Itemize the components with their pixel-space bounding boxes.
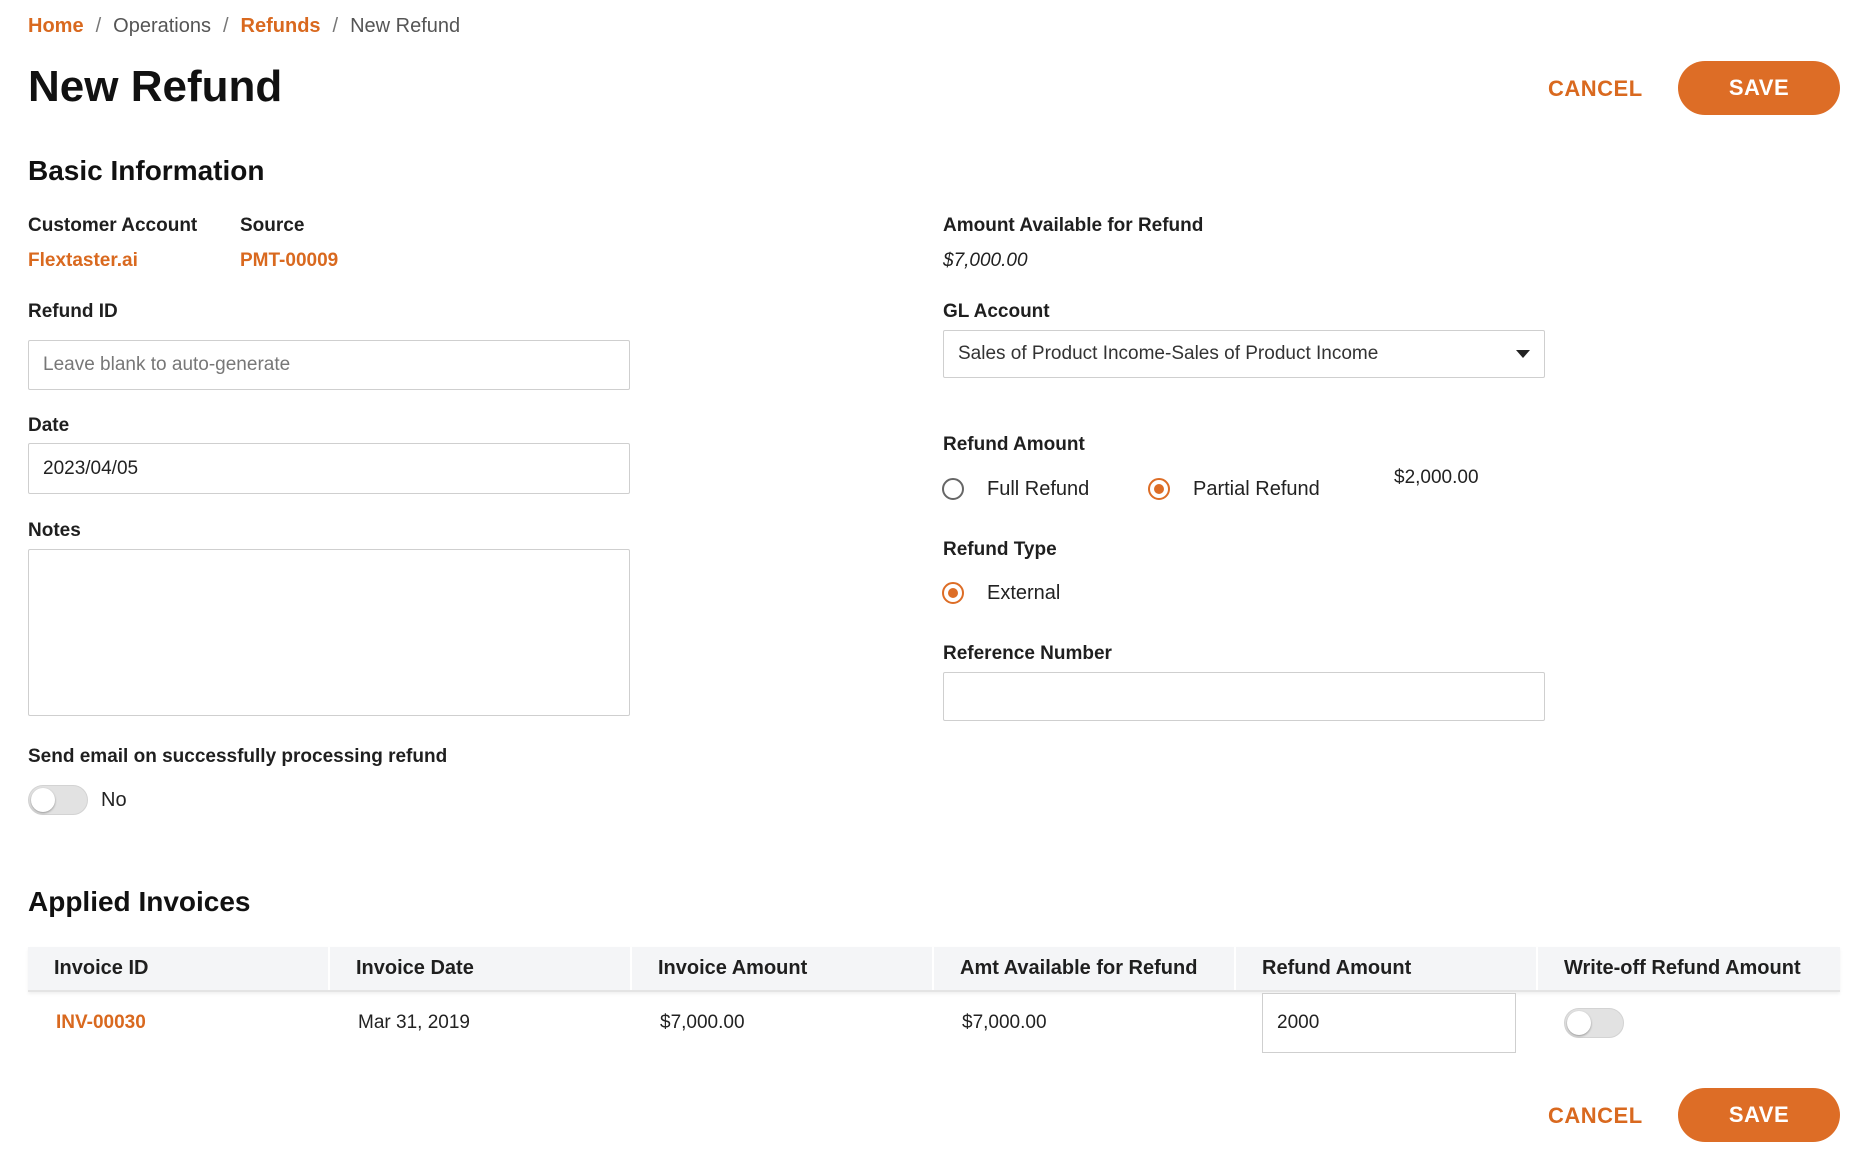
table-row: INV-00030 Mar 31, 2019 $7,000.00 $7,000.… xyxy=(28,992,1840,1054)
page-title: New Refund xyxy=(28,62,283,111)
date-value: 2023/04/05 xyxy=(43,457,139,479)
external-radio[interactable] xyxy=(942,582,964,604)
customer-account-label: Customer Account xyxy=(28,215,198,236)
invoice-id-link[interactable]: INV-00030 xyxy=(28,992,330,1054)
invoice-amount-cell: $7,000.00 xyxy=(660,1012,745,1033)
table-header: Invoice ID Invoice Date Invoice Amount A… xyxy=(28,947,1840,992)
gl-account-label: GL Account xyxy=(943,301,1050,322)
applied-invoices-table: Invoice ID Invoice Date Invoice Amount A… xyxy=(28,947,1840,1054)
customer-account-link[interactable]: Flextaster.ai xyxy=(28,250,138,272)
breadcrumb: Home / Operations / Refunds / New Refund xyxy=(28,14,460,38)
send-email-toggle[interactable] xyxy=(28,785,88,815)
reference-number-input[interactable] xyxy=(943,672,1545,721)
notes-label: Notes xyxy=(28,520,81,541)
breadcrumb-refunds[interactable]: Refunds xyxy=(241,15,321,38)
section-title-basic-information: Basic Information xyxy=(28,155,265,186)
send-email-label: Send email on successfully processing re… xyxy=(28,746,448,767)
amt-available-cell: $7,000.00 xyxy=(962,1012,1047,1033)
save-button[interactable]: SAVE xyxy=(1678,61,1840,115)
column-header-invoice-date: Invoice Date xyxy=(330,947,632,990)
refund-amount-label: Refund Amount xyxy=(943,434,1085,455)
partial-refund-label[interactable]: Partial Refund xyxy=(1193,478,1320,501)
column-header-write-off: Write-off Refund Amount xyxy=(1564,957,1801,979)
gl-account-value: Sales of Product Income-Sales of Product… xyxy=(958,343,1379,364)
refund-amount-cell: 2000 xyxy=(1236,992,1538,1054)
partial-refund-radio[interactable] xyxy=(1148,478,1170,500)
amount-available-label: Amount Available for Refund xyxy=(943,215,1204,236)
invoice-date-cell: Mar 31, 2019 xyxy=(358,1012,470,1033)
breadcrumb-separator: / xyxy=(332,14,339,37)
refund-id-input[interactable]: Leave blank to auto-generate xyxy=(28,340,630,390)
reference-number-label: Reference Number xyxy=(943,643,1112,664)
date-input[interactable]: 2023/04/05 xyxy=(28,443,630,494)
breadcrumb-current: New Refund xyxy=(350,14,461,37)
breadcrumb-operations: Operations xyxy=(113,14,211,37)
column-header-invoice-id: Invoice ID xyxy=(28,947,330,990)
notes-textarea[interactable] xyxy=(28,549,630,716)
refund-type-label: Refund Type xyxy=(943,539,1057,560)
breadcrumb-separator: / xyxy=(95,14,102,37)
write-off-cell xyxy=(1538,992,1840,1054)
source-link[interactable]: PMT-00009 xyxy=(240,250,338,272)
column-header-refund-amount: Refund Amount xyxy=(1236,947,1538,990)
refund-id-placeholder: Leave blank to auto-generate xyxy=(43,354,291,375)
full-refund-radio[interactable] xyxy=(942,478,964,500)
column-header-invoice-amount: Invoice Amount xyxy=(632,947,934,990)
write-off-toggle[interactable] xyxy=(1564,1008,1624,1038)
toggle-knob xyxy=(1567,1011,1591,1035)
gl-account-select[interactable]: Sales of Product Income-Sales of Product… xyxy=(943,330,1545,378)
source-label: Source xyxy=(240,215,305,236)
toggle-knob xyxy=(31,788,55,812)
column-header-amt-available: Amt Available for Refund xyxy=(934,947,1236,990)
breadcrumb-separator: / xyxy=(222,14,229,37)
breadcrumb-home[interactable]: Home xyxy=(28,15,84,38)
send-email-state: No xyxy=(101,789,127,811)
refund-amount-input[interactable]: 2000 xyxy=(1262,993,1516,1053)
full-refund-label[interactable]: Full Refund xyxy=(987,478,1089,501)
chevron-down-icon xyxy=(1516,350,1530,358)
external-label[interactable]: External xyxy=(987,582,1060,605)
footer-save-button[interactable]: SAVE xyxy=(1678,1088,1840,1142)
amount-available-value: $7,000.00 xyxy=(943,250,1028,271)
cancel-button[interactable]: CANCEL xyxy=(1548,76,1643,102)
refund-amount-value: 2000 xyxy=(1277,1012,1320,1033)
partial-refund-amount: $2,000.00 xyxy=(1394,467,1479,488)
section-title-applied-invoices: Applied Invoices xyxy=(28,886,251,917)
refund-id-label: Refund ID xyxy=(28,301,118,322)
date-label: Date xyxy=(28,415,70,436)
footer-cancel-button[interactable]: CANCEL xyxy=(1548,1103,1643,1129)
